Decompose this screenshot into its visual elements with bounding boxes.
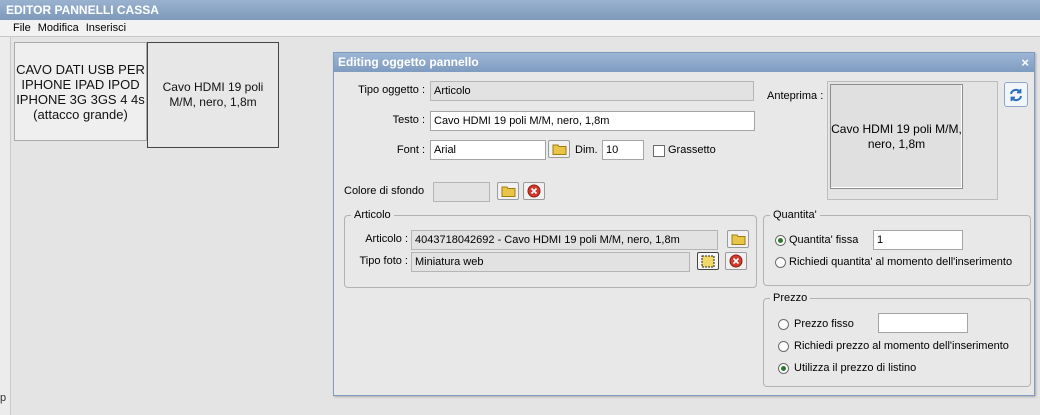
colore-sfondo-label: Colore di sfondo	[344, 185, 425, 197]
menu-bar: File Modifica Inserisci	[0, 20, 1040, 37]
tipo-foto-select-button[interactable]	[697, 252, 719, 270]
anteprima-label: Anteprima :	[767, 90, 824, 102]
quantita-fissa-label: Quantita' fissa	[789, 234, 859, 246]
prezzo-fisso-label: Prezzo fisso	[794, 318, 854, 330]
prezzo-group: Prezzo Prezzo fisso Richiedi prezzo al m…	[763, 291, 1031, 387]
font-label: Font :	[396, 144, 425, 156]
delete-icon	[729, 254, 743, 268]
quantita-group: Quantita' Quantita' fissa 1 Richiedi qua…	[763, 208, 1031, 286]
grassetto-checkbox[interactable]	[653, 145, 665, 157]
prezzo-richiedi-radio[interactable]	[778, 341, 789, 352]
colore-clear-button[interactable]	[523, 182, 545, 200]
font-input[interactable]: Arial	[430, 140, 546, 160]
quantita-fissa-radio[interactable]	[775, 235, 786, 246]
quantita-fissa-input[interactable]: 1	[873, 230, 963, 250]
image-frame-icon	[701, 255, 715, 267]
left-strip	[0, 37, 11, 415]
colore-browse-button[interactable]	[497, 182, 519, 200]
prezzo-richiedi-label: Richiedi prezzo al momento dell'inserime…	[794, 340, 1009, 352]
menu-file[interactable]: File	[0, 20, 35, 37]
prezzo-fisso-input[interactable]	[878, 313, 968, 333]
anteprima-preview: Cavo HDMI 19 poli M/M, nero, 1,8m	[830, 84, 963, 189]
prezzo-listino-label: Utilizza il prezzo di listino	[794, 362, 917, 374]
articolo-field: 4043718042692 - Cavo HDMI 19 poli M/M, n…	[411, 230, 718, 250]
tipo-foto-label: Tipo foto :	[359, 255, 408, 267]
panel-tile-hdmi-cable[interactable]: Cavo HDMI 19 poli M/M, nero, 1,8m	[147, 42, 279, 148]
tipo-oggetto-field: Articolo	[430, 81, 754, 101]
app-title-bar: EDITOR PANNELLI CASSA	[0, 0, 1040, 20]
dim-label: Dim.	[575, 144, 598, 156]
font-browse-button[interactable]	[548, 140, 570, 158]
prezzo-group-legend: Prezzo	[770, 291, 811, 305]
anteprima-text: Cavo HDMI 19 poli M/M, nero, 1,8m	[831, 121, 962, 151]
articolo-browse-button[interactable]	[727, 230, 749, 248]
menu-inserisci[interactable]: Inserisci	[83, 20, 130, 37]
articolo-group: Articolo Articolo : 4043718042692 - Cavo…	[344, 208, 757, 288]
refresh-button[interactable]	[1004, 82, 1028, 107]
folder-icon	[501, 186, 515, 197]
prezzo-fisso-radio[interactable]	[778, 319, 789, 330]
articolo-label: Articolo :	[365, 233, 408, 245]
panel-tile-label: Cavo HDMI 19 poli M/M, nero, 1,8m	[162, 80, 264, 109]
tipo-foto-clear-button[interactable]	[725, 252, 747, 270]
colore-sfondo-field	[433, 182, 490, 202]
tipo-foto-field: Miniatura web	[411, 252, 690, 272]
refresh-icon	[1010, 88, 1022, 101]
menu-modifica[interactable]: Modifica	[35, 20, 83, 37]
dialog-title: Editing oggetto pannello	[338, 55, 479, 69]
folder-icon	[731, 234, 745, 245]
panel-tile-usb-cable[interactable]: CAVO DATI USB PER IPHONE IPAD IPOD IPHON…	[14, 42, 147, 141]
quantita-richiedi-label: Richiedi quantita' al momento dell'inser…	[789, 256, 1013, 268]
close-icon[interactable]: ×	[1021, 53, 1029, 72]
dim-input[interactable]: 10	[602, 140, 644, 160]
grassetto-label: Grassetto	[668, 144, 716, 156]
app-title: EDITOR PANNELLI CASSA	[6, 3, 159, 17]
left-partial-label: p	[0, 392, 7, 404]
dialog-title-bar: Editing oggetto pannello ×	[334, 53, 1034, 72]
tipo-oggetto-label: Tipo oggetto :	[358, 84, 425, 96]
articolo-group-legend: Articolo	[351, 208, 394, 222]
prezzo-listino-radio[interactable]	[778, 363, 789, 374]
quantita-richiedi-radio[interactable]	[775, 257, 786, 268]
testo-input[interactable]: Cavo HDMI 19 poli M/M, nero, 1,8m	[430, 111, 755, 131]
delete-icon	[527, 184, 541, 198]
editing-dialog: Editing oggetto pannello × Tipo oggetto …	[333, 52, 1035, 396]
testo-label: Testo :	[392, 114, 425, 126]
folder-icon	[552, 144, 566, 155]
quantita-group-legend: Quantita'	[770, 208, 820, 222]
panel-tile-label: CAVO DATI USB PER IPHONE IPAD IPOD IPHON…	[16, 61, 145, 122]
